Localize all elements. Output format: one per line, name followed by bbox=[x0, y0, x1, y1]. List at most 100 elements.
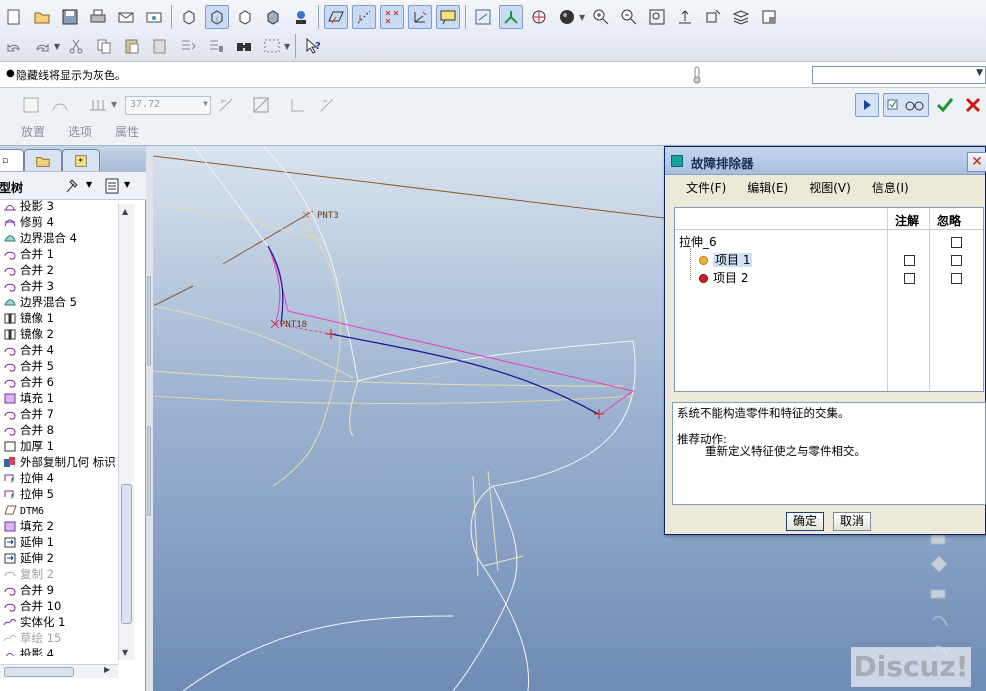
model-tree-item[interactable]: 边界混合 4 bbox=[0, 230, 118, 246]
menu-info[interactable]: 信息(I) bbox=[872, 177, 909, 199]
note-checkbox[interactable] bbox=[904, 255, 915, 266]
tab-favorites[interactable]: * bbox=[62, 149, 100, 171]
model-tree-item[interactable]: 合并 2 bbox=[0, 262, 118, 278]
ignore-checkbox[interactable] bbox=[951, 237, 962, 248]
tree-root-feature[interactable]: 拉伸_6 bbox=[679, 233, 717, 251]
show-columns-icon[interactable] bbox=[104, 178, 120, 194]
orient-mode-icon[interactable] bbox=[499, 5, 523, 29]
scrollbar-thumb[interactable] bbox=[121, 484, 132, 624]
model-tree-item[interactable]: 合并 9 bbox=[0, 582, 118, 598]
tab-folder-browser[interactable] bbox=[24, 149, 62, 171]
model-tree-item[interactable]: 合并 1 bbox=[0, 246, 118, 262]
paste-special-icon[interactable] bbox=[148, 34, 172, 58]
depth-option-icon[interactable] bbox=[83, 94, 113, 116]
annotation-display-icon[interactable] bbox=[436, 5, 460, 29]
model-tree-item[interactable]: 合并 8 bbox=[0, 422, 118, 438]
save-icon[interactable] bbox=[58, 5, 82, 29]
chevron-down-icon[interactable]: ▼ bbox=[111, 100, 117, 109]
menu-view[interactable]: 视图(V) bbox=[809, 177, 851, 199]
layers-icon[interactable] bbox=[729, 5, 753, 29]
tab-options[interactable]: 选项 bbox=[68, 123, 92, 140]
splitter-grip[interactable] bbox=[147, 426, 151, 516]
flip-thicken-icon[interactable] bbox=[316, 94, 338, 116]
send-link-icon[interactable] bbox=[142, 5, 166, 29]
ok-button[interactable]: 确定 bbox=[786, 512, 824, 531]
shading-display-icon[interactable] bbox=[261, 5, 285, 29]
tree-vertical-scrollbar[interactable]: ▲ ▼ bbox=[118, 204, 134, 660]
feature-tool-icon[interactable] bbox=[932, 615, 948, 627]
no-hidden-display-icon[interactable] bbox=[233, 5, 257, 29]
ignore-checkbox[interactable] bbox=[951, 273, 962, 284]
tree-settings-icon[interactable] bbox=[64, 178, 82, 194]
feature-tool-icon[interactable] bbox=[930, 555, 948, 573]
scroll-down-icon[interactable]: ▼ bbox=[122, 648, 128, 657]
table-row[interactable]: 项目 2 bbox=[699, 269, 748, 287]
regenerate-icon[interactable] bbox=[176, 34, 200, 58]
chevron-down-icon[interactable]: ▼ bbox=[86, 180, 92, 189]
depth-value-input[interactable]: 37.72 ▼ bbox=[125, 96, 211, 115]
view-manager-icon[interactable] bbox=[701, 5, 725, 29]
regenerate-manager-icon[interactable] bbox=[204, 34, 228, 58]
undo-icon[interactable] bbox=[2, 34, 26, 58]
zoom-out-icon[interactable] bbox=[617, 5, 641, 29]
context-help-icon[interactable]: ? bbox=[301, 34, 325, 58]
thicken-sketch-icon[interactable] bbox=[287, 94, 309, 116]
model-tree-item[interactable]: 外部复制几何 标识 bbox=[0, 454, 118, 470]
datum-point-display-icon[interactable] bbox=[380, 5, 404, 29]
model-tree-item[interactable]: 复制 2 bbox=[0, 566, 118, 582]
tab-properties[interactable]: 属性 bbox=[115, 123, 139, 140]
flip-direction-icon[interactable] bbox=[215, 94, 237, 116]
new-file-icon[interactable] bbox=[2, 5, 26, 29]
menu-file[interactable]: 文件(F) bbox=[686, 177, 726, 199]
model-tree-item[interactable]: 延伸 1 bbox=[0, 534, 118, 550]
model-tree-toggle-icon[interactable] bbox=[289, 5, 313, 29]
dialog-titlebar[interactable]: 故障排除器 ✕ bbox=[665, 147, 986, 175]
preview-toggle-icon[interactable] bbox=[883, 93, 929, 117]
zoom-in-icon[interactable] bbox=[589, 5, 613, 29]
send-mail-icon[interactable] bbox=[114, 5, 138, 29]
menu-edit[interactable]: 编辑(E) bbox=[747, 177, 788, 199]
wireframe-display-icon[interactable] bbox=[177, 5, 201, 29]
chevron-down-icon[interactable]: ▼ bbox=[579, 13, 586, 22]
scroll-right-icon[interactable]: ▶ bbox=[104, 665, 110, 674]
datum-axis-display-icon[interactable] bbox=[352, 5, 376, 29]
copy-icon[interactable] bbox=[92, 34, 116, 58]
model-tree-item[interactable]: 拉伸 5 bbox=[0, 486, 118, 502]
model-tree-item[interactable]: 镜像 1 bbox=[0, 310, 118, 326]
paste-icon[interactable] bbox=[120, 34, 144, 58]
spin-center-icon[interactable] bbox=[471, 5, 495, 29]
chevron-down-icon[interactable]: ▼ bbox=[284, 42, 291, 51]
panel-splitter[interactable] bbox=[146, 146, 153, 691]
coordinate-system-display-icon[interactable] bbox=[408, 5, 432, 29]
model-tree-item[interactable]: 实体化 1 bbox=[0, 614, 118, 630]
table-row[interactable]: 项目 1 bbox=[699, 251, 753, 269]
find-icon[interactable] bbox=[232, 34, 256, 58]
scroll-up-icon[interactable]: ▲ bbox=[122, 207, 128, 216]
note-checkbox[interactable] bbox=[904, 273, 915, 284]
selection-box-icon[interactable] bbox=[260, 34, 284, 58]
reorient-icon[interactable] bbox=[527, 5, 551, 29]
model-tree-item[interactable]: 合并 10 bbox=[0, 598, 118, 614]
model-display-icon[interactable] bbox=[757, 5, 781, 29]
model-tree-item[interactable]: 拉伸 4 bbox=[0, 470, 118, 486]
model-tree-item[interactable]: 修剪 4 bbox=[0, 214, 118, 230]
model-tree-item[interactable]: 合并 4 bbox=[0, 342, 118, 358]
refit-icon[interactable] bbox=[645, 5, 669, 29]
model-tree-item[interactable]: 投影 3 bbox=[0, 198, 118, 214]
surface-extrude-icon[interactable] bbox=[49, 94, 71, 116]
feature-tool-icon[interactable] bbox=[930, 589, 946, 599]
model-tree-item[interactable]: 填充 2 bbox=[0, 518, 118, 534]
remove-material-icon[interactable] bbox=[250, 94, 272, 116]
model-tree-item[interactable]: 合并 7 bbox=[0, 406, 118, 422]
cancel-x-icon[interactable] bbox=[961, 93, 985, 117]
tree-horizontal-scrollbar[interactable]: ▶ bbox=[0, 664, 118, 678]
close-icon[interactable]: ✕ bbox=[967, 152, 986, 172]
redo-icon[interactable] bbox=[30, 34, 54, 58]
model-tree-item[interactable]: 合并 6 bbox=[0, 374, 118, 390]
pause-resume-icon[interactable] bbox=[855, 93, 879, 117]
tab-model-tree[interactable]: ▫ bbox=[0, 149, 24, 171]
datum-plane-display-icon[interactable] bbox=[324, 5, 348, 29]
cancel-button[interactable]: 取消 bbox=[833, 512, 871, 531]
model-tree-item[interactable]: 投影 4 bbox=[0, 646, 118, 656]
confirm-check-icon[interactable] bbox=[933, 93, 957, 117]
